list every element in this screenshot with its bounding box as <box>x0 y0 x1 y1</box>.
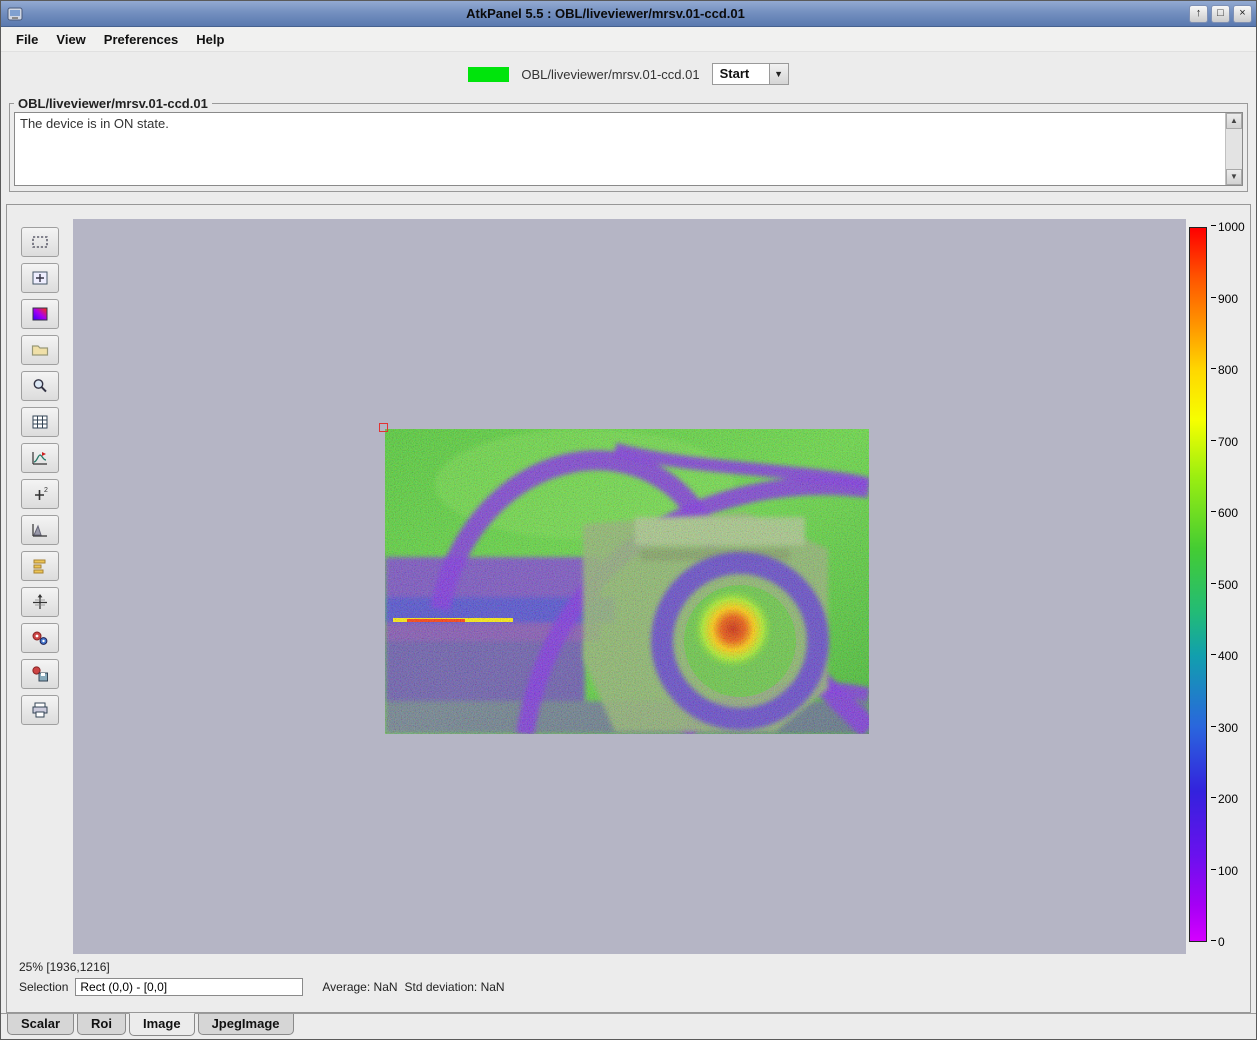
tab-image[interactable]: Image <box>129 1013 195 1036</box>
zoom-selection-button[interactable] <box>21 263 59 293</box>
colorbar-tick: 300 <box>1211 721 1238 735</box>
shade-button[interactable]: ↑ <box>1189 5 1208 23</box>
menu-file[interactable]: File <box>7 29 47 50</box>
colorbar-tick: 600 <box>1211 506 1238 520</box>
colormap-settings-button[interactable] <box>21 299 59 329</box>
printer-icon <box>29 700 51 720</box>
image-settings-button[interactable] <box>21 623 59 653</box>
attribute-tabbar: Scalar Roi Image JpegImage <box>1 1013 1256 1039</box>
image-viewer-panel: 2 <box>6 204 1251 1013</box>
axes-cross-icon <box>29 592 51 612</box>
gears-icon <box>29 628 51 648</box>
status-scrollbar[interactable]: ▲ ▼ <box>1225 113 1242 185</box>
average-label: Average: NaN <box>322 980 397 994</box>
zoom-info-label: 25% [1936,1216] <box>7 958 1250 978</box>
ccd-false-color-image <box>385 429 869 734</box>
pixel-table-button[interactable] <box>21 407 59 437</box>
selection-rect-icon <box>29 232 51 252</box>
maximize-button[interactable]: □ <box>1211 5 1230 23</box>
window-title: AtkPanel 5.5 : OBL/liveviewer/mrsv.01-cc… <box>25 6 1186 21</box>
magnifier-icon <box>29 376 51 396</box>
zoom-button[interactable] <box>21 371 59 401</box>
save-settings-button[interactable] <box>21 659 59 689</box>
device-status-group-title: OBL/liveviewer/mrsv.01-ccd.01 <box>14 96 212 111</box>
crosshair-rect-icon <box>29 268 51 288</box>
selection-label: Selection <box>19 980 68 994</box>
colorbar-tick: 700 <box>1211 435 1238 449</box>
selection-input[interactable] <box>75 978 303 996</box>
roi-marker <box>379 423 388 432</box>
device-status-group: OBL/liveviewer/mrsv.01-ccd.01 The device… <box>9 96 1248 192</box>
titlebar[interactable]: AtkPanel 5.5 : OBL/liveviewer/mrsv.01-cc… <box>1 1 1256 27</box>
viewer-toolbar: 2 <box>7 219 73 954</box>
colorbar-tick: 900 <box>1211 292 1238 306</box>
device-state-led <box>468 67 509 82</box>
device-command-row: OBL/liveviewer/mrsv.01-ccd.01 Start ▼ <box>1 52 1256 96</box>
colorbar-tick: 400 <box>1211 649 1238 663</box>
histogram-button[interactable] <box>21 515 59 545</box>
axes-settings-button[interactable] <box>21 587 59 617</box>
viewer-status-zone: 25% [1936,1216] Selection Average: NaN S… <box>7 954 1250 1012</box>
colorbar-tick: 500 <box>1211 578 1238 592</box>
histogram-icon <box>29 520 51 540</box>
fit-profile-button[interactable]: 2 <box>21 479 59 509</box>
app-icon <box>5 4 25 24</box>
colorbar-tick: 100 <box>1211 864 1238 878</box>
tab-scalar[interactable]: Scalar <box>7 1014 74 1035</box>
colorbar-tick: 1000 <box>1211 220 1245 234</box>
atkpanel-window: AtkPanel 5.5 : OBL/liveviewer/mrsv.01-cc… <box>0 0 1257 1040</box>
menu-view[interactable]: View <box>47 29 94 50</box>
open-file-button[interactable] <box>21 335 59 365</box>
crosshair-squared-icon: 2 <box>29 484 51 504</box>
svg-text:2: 2 <box>44 487 48 494</box>
close-button[interactable]: × <box>1233 5 1252 23</box>
colorbar-labels: 1000 900 800 700 600 500 400 300 200 100… <box>1211 227 1250 942</box>
scroll-down-icon[interactable]: ▼ <box>1226 169 1242 185</box>
tab-jpegimage[interactable]: JpegImage <box>198 1014 294 1035</box>
colormap-icon <box>29 304 51 324</box>
menu-preferences[interactable]: Preferences <box>95 29 187 50</box>
horizontal-profile-button[interactable] <box>21 443 59 473</box>
open-folder-icon <box>29 340 51 360</box>
command-combobox[interactable]: Start ▼ <box>712 63 789 85</box>
bar-profile-icon <box>29 556 51 576</box>
print-button[interactable] <box>21 695 59 725</box>
menubar: File View Preferences Help <box>1 27 1256 52</box>
scroll-up-icon[interactable]: ▲ <box>1226 113 1242 129</box>
tab-roi[interactable]: Roi <box>77 1014 126 1035</box>
device-status-text: The device is in ON state. <box>20 116 169 131</box>
colorbar-tick: 800 <box>1211 363 1238 377</box>
menu-help[interactable]: Help <box>187 29 233 50</box>
selection-tool-button[interactable] <box>21 227 59 257</box>
line-profile-icon <box>29 448 51 468</box>
image-canvas[interactable] <box>73 219 1186 954</box>
grid-icon <box>29 412 51 432</box>
colorbar-tick: 0 <box>1211 935 1225 949</box>
device-name-label: OBL/liveviewer/mrsv.01-ccd.01 <box>521 67 699 82</box>
color-scale-column: 1000 900 800 700 600 500 400 300 200 100… <box>1186 219 1250 954</box>
command-combobox-value: Start <box>713 64 769 84</box>
vertical-profile-button[interactable] <box>21 551 59 581</box>
device-status-textarea[interactable]: The device is in ON state. ▲ ▼ <box>14 112 1243 186</box>
stddev-label: Std deviation: NaN <box>405 980 505 994</box>
colorbar-gradient <box>1189 227 1207 942</box>
gear-disk-icon <box>29 664 51 684</box>
chevron-down-icon[interactable]: ▼ <box>769 64 788 84</box>
colorbar-tick: 200 <box>1211 792 1238 806</box>
